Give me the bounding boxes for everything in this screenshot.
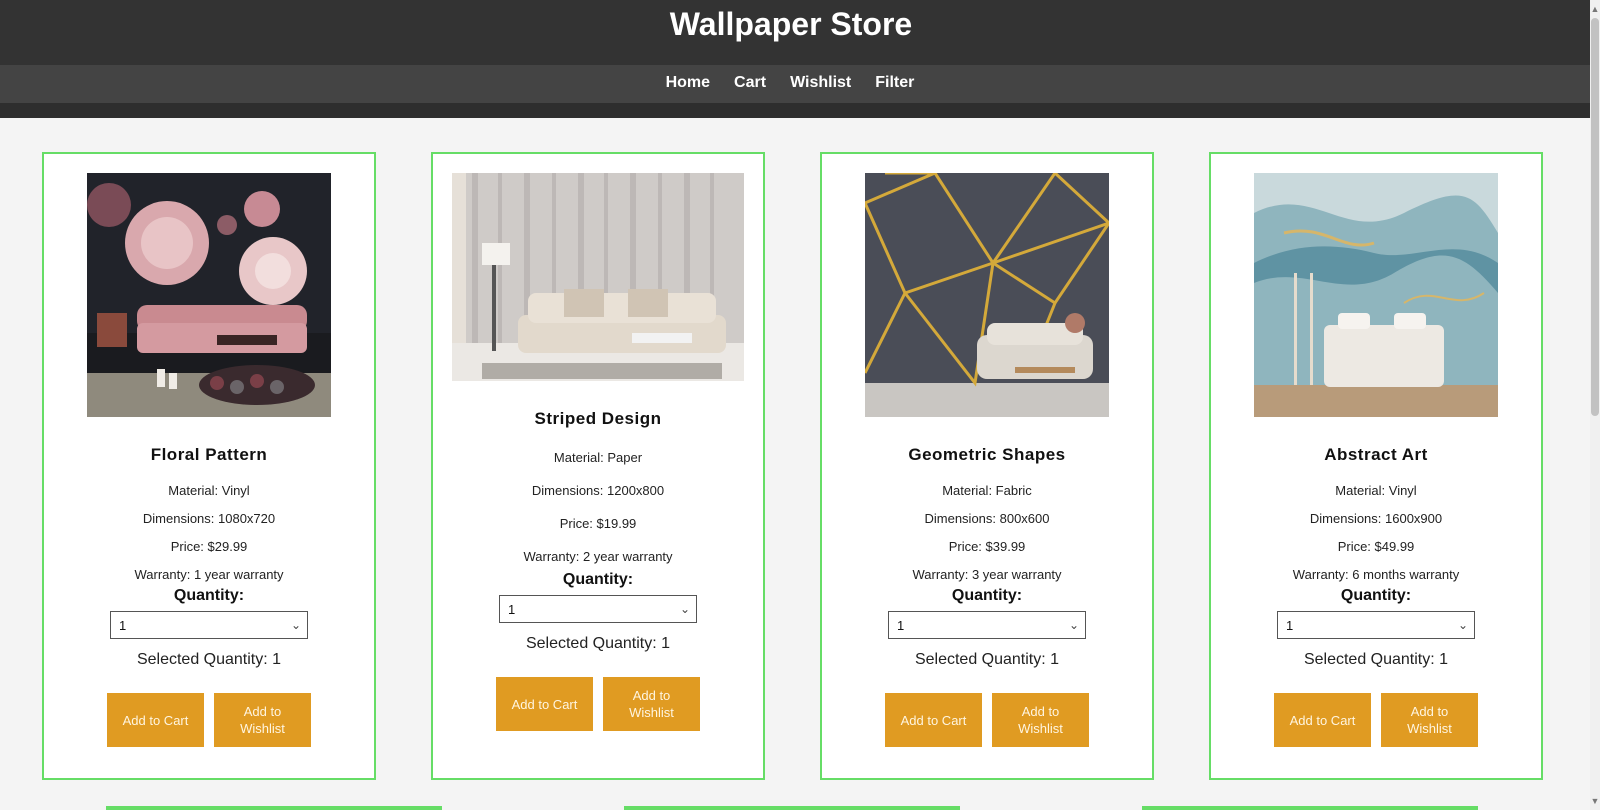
product-material: Material: Vinyl xyxy=(1335,483,1417,498)
quantity-label: Quantity: xyxy=(173,587,245,604)
quantity-label: Quantity: xyxy=(562,571,634,588)
add-to-cart-button[interactable]: Add to Cart xyxy=(1274,693,1371,747)
quantity-select-value: 1 xyxy=(1286,618,1294,633)
product-dimensions: Dimensions: 1200x800 xyxy=(531,483,665,498)
nav-shadow-band xyxy=(0,103,1600,118)
quantity-label: Quantity: xyxy=(951,587,1023,604)
page-title: Wallpaper Store xyxy=(669,6,913,42)
product-warranty: Warranty: 6 months warranty xyxy=(1292,567,1460,582)
quantity-select-value: 1 xyxy=(119,618,127,633)
product-image-abstract xyxy=(1254,173,1498,417)
product-material: Material: Vinyl xyxy=(168,483,250,498)
product-price: Price: $19.99 xyxy=(559,516,637,531)
scroll-down-arrow-icon[interactable]: ▼ xyxy=(1590,794,1600,808)
product-price: Price: $49.99 xyxy=(1337,539,1415,554)
nav-wishlist-link[interactable]: Wishlist xyxy=(790,74,851,92)
add-to-wishlist-button[interactable]: Add to Wishlist xyxy=(992,693,1089,747)
selected-quantity-text: Selected Quantity: 1 xyxy=(914,651,1060,668)
page: Wallpaper Store Home Cart Wishlist Filte… xyxy=(0,0,1600,810)
product-material: Material: Paper xyxy=(553,450,643,465)
quantity-label: Quantity: xyxy=(1340,587,1412,604)
product-image-floral xyxy=(87,173,331,417)
product-card: Floral Pattern Material: Vinyl Dimension… xyxy=(42,152,376,780)
nav-home-link[interactable]: Home xyxy=(666,74,710,92)
product-name: Floral Pattern xyxy=(150,445,268,464)
product-warranty: Warranty: 1 year warranty xyxy=(134,567,284,582)
product-price: Price: $39.99 xyxy=(948,539,1026,554)
add-to-wishlist-button[interactable]: Add to Wishlist xyxy=(1381,693,1478,747)
scroll-up-arrow-icon[interactable]: ▲ xyxy=(1590,2,1600,16)
chevron-down-icon: ⌄ xyxy=(290,618,301,632)
product-price: Price: $29.99 xyxy=(170,539,248,554)
selected-quantity-text: Selected Quantity: 1 xyxy=(525,635,671,652)
quantity-select[interactable]: 1 ⌄ xyxy=(499,595,697,623)
quantity-select[interactable]: 1 ⌄ xyxy=(888,611,1086,639)
next-card-border xyxy=(1142,806,1478,810)
add-to-cart-button[interactable]: Add to Cart xyxy=(885,693,982,747)
product-name: Abstract Art xyxy=(1324,445,1428,464)
product-material: Material: Fabric xyxy=(942,483,1032,498)
product-warranty: Warranty: 2 year warranty xyxy=(523,549,673,564)
next-card-border xyxy=(624,806,960,810)
next-card-border xyxy=(106,806,442,810)
selected-quantity-text: Selected Quantity: 1 xyxy=(136,651,282,668)
quantity-select[interactable]: 1 ⌄ xyxy=(1277,611,1475,639)
add-to-cart-button[interactable]: Add to Cart xyxy=(107,693,204,747)
product-card: Abstract Art Material: Vinyl Dimensions:… xyxy=(1209,152,1543,780)
nav-filter-link[interactable]: Filter xyxy=(875,74,914,92)
site-header: Wallpaper Store xyxy=(0,0,1600,65)
product-card: Geometric Shapes Material: Fabric Dimens… xyxy=(820,152,1154,780)
quantity-select-value: 1 xyxy=(508,602,516,617)
add-to-wishlist-button[interactable]: Add to Wishlist xyxy=(214,693,311,747)
product-dimensions: Dimensions: 1600x900 xyxy=(1309,511,1443,526)
quantity-select-value: 1 xyxy=(897,618,905,633)
product-card: Striped Design Material: Paper Dimension… xyxy=(431,152,765,780)
selected-quantity-text: Selected Quantity: 1 xyxy=(1303,651,1449,668)
product-name: Striped Design xyxy=(534,409,662,428)
add-to-wishlist-button[interactable]: Add to Wishlist xyxy=(603,677,700,731)
product-dimensions: Dimensions: 800x600 xyxy=(924,511,1050,526)
product-image-striped xyxy=(452,173,744,381)
product-name: Geometric Shapes xyxy=(908,445,1066,464)
scrollbar[interactable]: ▲ ▼ xyxy=(1590,0,1600,810)
product-warranty: Warranty: 3 year warranty xyxy=(912,567,1062,582)
product-image-geometric xyxy=(865,173,1109,417)
product-dimensions: Dimensions: 1080x720 xyxy=(142,511,276,526)
chevron-down-icon: ⌄ xyxy=(679,602,690,616)
nav-cart-link[interactable]: Cart xyxy=(734,74,766,92)
add-to-cart-button[interactable]: Add to Cart xyxy=(496,677,593,731)
chevron-down-icon: ⌄ xyxy=(1068,618,1079,632)
main-nav: Home Cart Wishlist Filter xyxy=(0,65,1600,103)
chevron-down-icon: ⌄ xyxy=(1457,618,1468,632)
scrollbar-thumb[interactable] xyxy=(1591,18,1599,416)
quantity-select[interactable]: 1 ⌄ xyxy=(110,611,308,639)
